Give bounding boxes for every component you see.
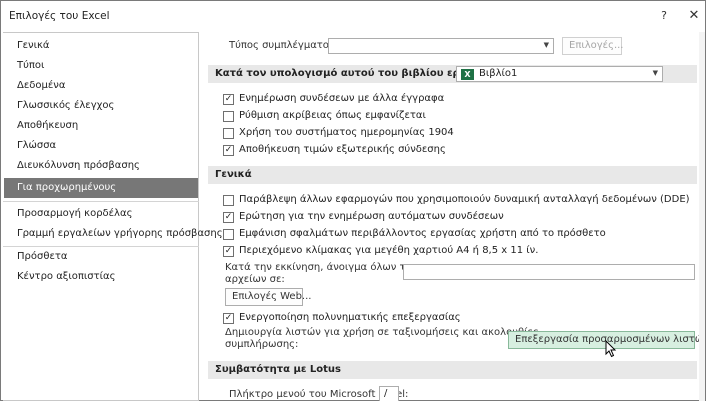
checkbox-label: Ρύθμιση ακρίβειας όπως εμφανίζεται <box>239 110 426 121</box>
link-options-button[interactable]: Επιλογές... <box>562 37 624 55</box>
lotus-section-header: Συμβατότητα με Lotus <box>208 361 697 379</box>
help-icon[interactable]: ? <box>655 7 673 25</box>
general-section-header: Γενικά <box>208 166 697 184</box>
checkbox-label: Περιεχόμενο κλίμακας για μεγέθη χαρτιού … <box>239 245 539 256</box>
checkbox-checked-icon[interactable]: ✓ <box>223 145 234 156</box>
sidebar-item-accessibility[interactable]: Διευκόλυνση πρόσβασης <box>4 156 198 176</box>
sidebar-item-formulas[interactable]: Τύποι <box>4 56 198 76</box>
close-icon[interactable]: ✕ <box>685 7 703 25</box>
checkbox-checked-icon[interactable]: ✓ <box>223 313 234 324</box>
sidebar-divider <box>3 201 199 202</box>
sidebar-item-add-ins[interactable]: Πρόσθετα <box>4 247 198 267</box>
menu-key-input[interactable]: / <box>379 386 399 401</box>
edit-custom-lists-button[interactable]: Επεξεργασία προσαρμοσμένων λιστών... <box>508 331 705 349</box>
sidebar-item-proofing[interactable]: Γλωσσικός έλεγχος <box>4 96 198 116</box>
custom-lists-label: Δημιουργία λιστών για χρήση σε ταξινομήσ… <box>225 327 539 338</box>
title-bar: Επιλογές του Excel ? ✕ <box>1 1 705 31</box>
checkbox-label: Αποθήκευση τιμών εξωτερικής σύνδεσης <box>239 144 446 155</box>
sidebar-item-general[interactable]: Γενικά <box>4 36 198 56</box>
sidebar: Γενικά Τύποι Δεδομένα Γλωσσικός έλεγχος … <box>3 32 223 401</box>
checkbox-unchecked-icon[interactable] <box>223 195 234 206</box>
checkbox-label: Εμφάνιση σφαλμάτων περιβάλλοντος εργασία… <box>239 228 606 239</box>
dialog-title: Επιλογές του Excel <box>9 10 110 22</box>
checkbox-unchecked-icon[interactable] <box>223 128 234 139</box>
excel-options-dialog: Επιλογές του Excel ? ✕ Γενικά Τύποι Δεδο… <box>0 0 706 401</box>
checkbox-unchecked-icon[interactable] <box>223 111 234 122</box>
mouse-pointer-icon <box>605 340 617 358</box>
advanced-options-panel: Τύπος συμπλέγματος: ▼ Επιλογές... Κατά τ… <box>201 32 705 401</box>
sidebar-item-advanced[interactable]: Για προχωρημένους <box>4 178 198 198</box>
sidebar-item-language[interactable]: Γλώσσα <box>4 136 198 156</box>
checkbox-label: Χρήση του συστήματος ημερομηνίας 1904 <box>239 127 454 138</box>
checkbox-checked-icon[interactable]: ✓ <box>223 212 234 223</box>
sidebar-item-save[interactable]: Αποθήκευση <box>4 116 198 136</box>
checkbox-checked-icon[interactable]: ✓ <box>223 94 234 105</box>
startup-folder-input[interactable] <box>403 264 695 280</box>
chevron-down-icon: ▼ <box>652 69 658 77</box>
checkbox-label: Παράβλεψη άλλων εφαρμογών που χρησιμοποι… <box>239 194 690 205</box>
sidebar-item-customize-ribbon[interactable]: Προσαρμογή κορδέλας <box>4 204 198 224</box>
excel-workbook-icon: X <box>461 69 474 80</box>
vertical-scrollbar[interactable] <box>699 32 705 401</box>
checkbox-label: Ενημέρωση συνδέσεων με άλλα έγγραφα <box>239 93 445 104</box>
custom-lists-label-continued: συμπλήρωσης: <box>225 339 299 350</box>
web-options-button[interactable]: Επιλογές Web... <box>225 288 311 306</box>
workbook-dropdown[interactable]: X Βιβλίο1 ▼ <box>456 66 663 82</box>
checkbox-label: Ερώτηση για την ενημέρωση αυτόματων συνδ… <box>239 211 504 222</box>
link-type-dropdown[interactable]: ▼ <box>328 38 554 54</box>
sidebar-item-trust-center[interactable]: Κέντρο αξιοπιστίας <box>4 267 198 287</box>
link-type-label: Τύπος συμπλέγματος: <box>229 40 339 51</box>
checkbox-checked-icon[interactable]: ✓ <box>223 246 234 257</box>
startup-folder-label: Κατά την εκκίνηση, άνοιγμα όλων των <box>225 262 420 273</box>
menu-key-value: / <box>384 388 388 399</box>
checkbox-unchecked-icon[interactable] <box>223 229 234 240</box>
checkbox-label: Ενεργοποίηση πολυνηματικής επεξεργασίας <box>239 312 461 323</box>
sidebar-item-data[interactable]: Δεδομένα <box>4 76 198 96</box>
startup-folder-label-continued: αρχείων σε: <box>225 274 285 285</box>
workbook-dropdown-value: Βιβλίο1 <box>479 68 518 79</box>
sidebar-item-quick-access-toolbar[interactable]: Γραμμή εργαλείων γρήγορης πρόσβασης <box>4 224 223 244</box>
chevron-down-icon: ▼ <box>543 41 549 49</box>
